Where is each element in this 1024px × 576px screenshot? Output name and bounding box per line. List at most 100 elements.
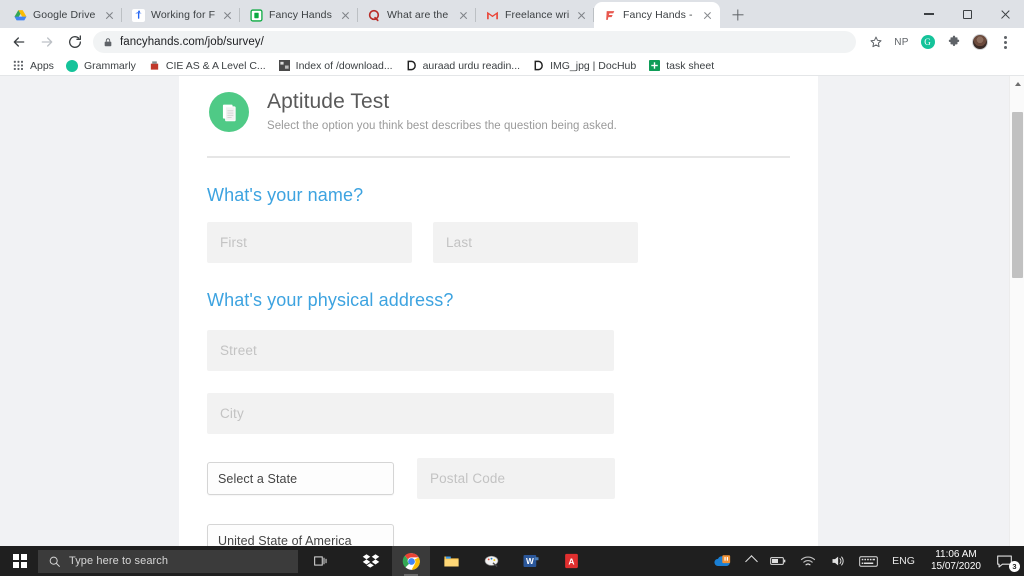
language-indicator[interactable]: ENG (885, 546, 922, 576)
survey-heading-text: Aptitude Test Select the option you thin… (267, 90, 617, 132)
toolbar-actions: NP G (863, 30, 1018, 55)
bookmark-img-dochub[interactable]: IMG_jpg | DocHub (528, 57, 644, 75)
task-view-icon[interactable] (298, 546, 342, 576)
scrollbar-thumb[interactable] (1012, 112, 1023, 278)
quora-icon (368, 9, 381, 22)
taskbar-app-paint[interactable] (472, 546, 510, 576)
speaker-icon[interactable] (823, 546, 852, 576)
sheets-icon (648, 59, 661, 72)
avatar[interactable] (967, 30, 992, 55)
scroll-up-icon[interactable] (1010, 76, 1024, 91)
tab-title: Working for Fancy Han (151, 9, 215, 21)
taskbar-app-word[interactable]: W (512, 546, 550, 576)
survey-card: Aptitude Test Select the option you thin… (179, 76, 818, 546)
reload-button[interactable] (62, 29, 88, 55)
page-background: Aptitude Test Select the option you thin… (0, 76, 1009, 546)
postal-code-input[interactable]: Postal Code (417, 458, 615, 500)
apps-grid-icon (12, 59, 25, 72)
first-name-input[interactable]: First (207, 222, 412, 264)
close-icon[interactable] (701, 9, 714, 22)
indeed-icon (132, 8, 145, 22)
back-button[interactable] (6, 29, 32, 55)
bookmark-cie[interactable]: CIE AS & A Level C... (144, 57, 274, 75)
system-tray: ENG 11:06 AM 15/07/2020 3 (706, 546, 1024, 576)
survey-header: Aptitude Test Select the option you thin… (207, 76, 790, 132)
bookmark-task-sheet[interactable]: task sheet (644, 57, 722, 75)
header-divider (207, 156, 790, 159)
search-placeholder: Type here to search (69, 555, 169, 567)
url-text: fancyhands.com/job/survey/ (120, 36, 264, 48)
bookmark-apps[interactable]: Apps (8, 57, 62, 75)
question-title: What's your physical address? (207, 290, 454, 311)
tab-title: Freelance writing - umz (505, 9, 569, 21)
svg-text:A: A (568, 557, 574, 567)
tab-title: Fancy Hands Reviews | (269, 9, 333, 21)
taskbar-app-dropbox[interactable] (352, 546, 390, 576)
close-icon[interactable] (457, 9, 470, 22)
maximize-button[interactable] (948, 0, 986, 28)
onedrive-alert-icon[interactable] (706, 546, 740, 576)
search-input[interactable]: Type here to search (38, 549, 298, 573)
city-input[interactable]: City (207, 393, 614, 435)
close-icon[interactable] (575, 9, 588, 22)
site-icon (278, 59, 291, 72)
taskbar-app-chrome[interactable] (392, 546, 430, 576)
taskbar-apps: W A (352, 546, 590, 576)
close-icon[interactable] (103, 9, 116, 22)
bookmark-grammarly[interactable]: Grammarly (62, 57, 144, 75)
taskbar-app-acrobat[interactable]: A (552, 546, 590, 576)
fancy-hands-icon (604, 9, 617, 22)
start-button[interactable] (0, 546, 40, 576)
dochub-icon (405, 59, 418, 72)
minimize-button[interactable] (910, 0, 948, 28)
window-controls (910, 0, 1024, 28)
close-icon[interactable] (339, 9, 352, 22)
chevron-up-icon[interactable] (740, 546, 763, 576)
grammarly-icon[interactable]: G (915, 30, 940, 55)
glassdoor-icon (250, 8, 263, 22)
name-fields-row: First Last (207, 222, 790, 264)
close-icon[interactable] (221, 9, 234, 22)
page-scrollbar[interactable] (1009, 76, 1024, 546)
notification-count-badge: 3 (1009, 561, 1020, 572)
magnifier-icon (48, 555, 61, 568)
country-select[interactable]: United State of America (207, 524, 394, 546)
tab-title: Google Drive - Choos (33, 9, 97, 21)
browser-tab-1[interactable]: Working for Fancy Han (122, 2, 240, 28)
keyboard-icon[interactable] (852, 546, 885, 576)
clock-time: 11:06 AM (935, 548, 977, 560)
page-viewport: Aptitude Test Select the option you thin… (0, 76, 1024, 546)
bookmark-star-icon[interactable] (863, 30, 888, 55)
new-tab-button[interactable] (725, 2, 751, 28)
np-extension-icon[interactable]: NP (889, 30, 914, 55)
last-name-input[interactable]: Last (433, 222, 638, 264)
tab-strip: Google Drive - Choos Working for Fancy H… (0, 0, 1024, 28)
browser-toolbar: fancyhands.com/job/survey/ NP G (0, 28, 1024, 56)
forward-button[interactable] (34, 29, 60, 55)
page-title: Aptitude Test (267, 90, 390, 113)
puzzle-icon[interactable] (941, 30, 966, 55)
browser-tab-2[interactable]: Fancy Hands Reviews | (240, 2, 358, 28)
state-select[interactable]: Select a State (207, 462, 394, 496)
address-bar[interactable]: fancyhands.com/job/survey/ (93, 31, 856, 53)
kebab-menu-icon[interactable] (993, 30, 1018, 55)
tab-title: What are the best uses (387, 9, 451, 21)
question-address: What's your physical address? Street Cit… (207, 290, 790, 546)
close-window-button[interactable] (986, 0, 1024, 28)
street-input[interactable]: Street (207, 330, 614, 372)
dochub-icon (532, 59, 545, 72)
document-pages-icon (209, 92, 249, 132)
action-center-icon[interactable]: 3 (990, 546, 1024, 576)
browser-tab-5-active[interactable]: Fancy Hands - Work fo (594, 2, 720, 28)
browser-tab-0[interactable]: Google Drive - Choos (4, 2, 122, 28)
bookmarks-bar: Apps Grammarly CIE AS & A Level C... Ind… (0, 56, 1024, 76)
bookmark-index-download[interactable]: Index of /download... (274, 57, 401, 75)
svg-text:W: W (526, 557, 534, 566)
battery-icon[interactable] (763, 546, 793, 576)
bookmark-auraad-urdu[interactable]: auraad urdu readin... (401, 57, 528, 75)
browser-tab-4[interactable]: Freelance writing - umz (476, 2, 594, 28)
wifi-icon[interactable] (793, 546, 823, 576)
clock[interactable]: 11:06 AM 15/07/2020 (922, 549, 990, 574)
taskbar-app-file-explorer[interactable] (432, 546, 470, 576)
browser-tab-3[interactable]: What are the best uses (358, 2, 476, 28)
